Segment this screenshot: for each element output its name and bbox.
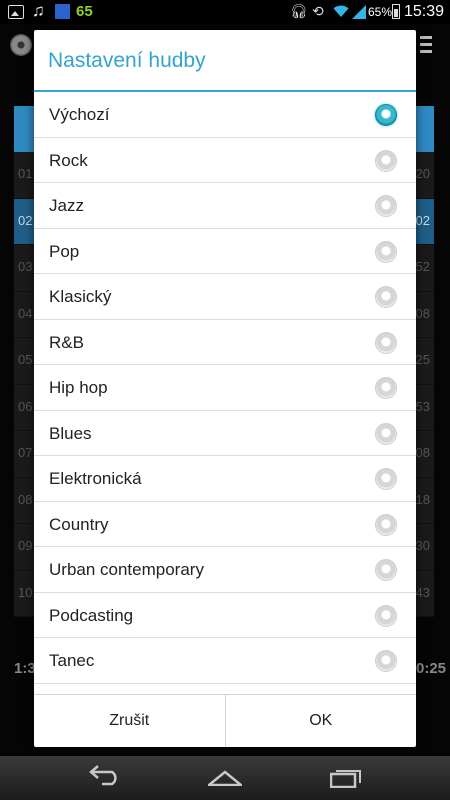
signal-icon <box>352 5 366 23</box>
radio-icon[interactable] <box>375 377 397 399</box>
radio-icon[interactable] <box>375 513 397 536</box>
recent-apps-icon[interactable] <box>329 768 361 789</box>
preset-option[interactable]: Blues <box>34 411 416 456</box>
preset-label: Podcasting <box>49 605 134 625</box>
battery-percent: 65% <box>368 5 393 19</box>
radio-selected-icon[interactable] <box>375 104 397 126</box>
home-icon[interactable] <box>205 770 245 787</box>
radio-icon[interactable] <box>375 650 397 672</box>
preset-label: Country <box>49 514 109 534</box>
radio-icon[interactable] <box>375 422 397 445</box>
preset-label: R&B <box>49 332 84 352</box>
equalizer-preset-list: Výchozí Rock Jazz Pop Klasický R&B Hip h… <box>34 92 416 697</box>
preset-option[interactable]: Country <box>34 502 416 547</box>
preset-label: Tanec <box>49 651 95 670</box>
preset-option[interactable]: R&B <box>34 320 416 365</box>
preset-option[interactable]: Pop <box>34 229 416 274</box>
preset-option[interactable]: Podcasting <box>34 593 416 638</box>
preset-option[interactable]: Elektronická <box>34 456 416 502</box>
gallery-icon <box>8 5 24 19</box>
ok-button[interactable]: OK <box>224 695 417 747</box>
menu-icon <box>420 36 432 57</box>
preset-label: Výchozí <box>49 105 110 124</box>
notification-count: 65 <box>76 3 93 20</box>
elapsed-time: 1:3 <box>14 660 36 677</box>
preset-label: Elektronická <box>49 469 142 488</box>
preset-label: Pop <box>49 241 80 261</box>
radio-icon[interactable] <box>375 149 397 172</box>
radio-icon[interactable] <box>375 559 397 581</box>
radio-icon[interactable] <box>375 604 397 627</box>
preset-option[interactable]: Urban contemporary <box>34 547 416 593</box>
back-icon[interactable] <box>88 762 122 793</box>
preset-label: Blues <box>49 423 92 443</box>
preset-label: Urban contemporary <box>49 560 204 579</box>
app-notification-icon <box>55 4 70 19</box>
dialog-button-bar: Zrušit OK <box>34 694 416 747</box>
preset-option[interactable]: Klasický <box>34 274 416 320</box>
dialog-title: Nastavení hudby <box>34 30 416 92</box>
clock: 15:39 <box>404 3 445 20</box>
cancel-button[interactable]: Zrušit <box>34 695 225 747</box>
radio-icon[interactable] <box>375 468 397 490</box>
preset-option[interactable]: Hip hop <box>34 365 416 411</box>
music-note-icon: ♫ <box>32 1 45 20</box>
preset-option[interactable]: Jazz <box>34 183 416 229</box>
disc-icon <box>10 34 32 56</box>
navigation-bar <box>0 756 450 800</box>
battery-icon <box>392 4 400 19</box>
radio-icon[interactable] <box>375 331 397 354</box>
preset-option[interactable]: Tanec <box>34 638 416 684</box>
preset-label: Jazz <box>49 196 84 215</box>
preset-label: Klasický <box>49 287 112 306</box>
preset-option[interactable]: Rock <box>34 138 416 183</box>
preset-label: Rock <box>49 150 88 170</box>
total-time: 0:25 <box>416 660 447 677</box>
rotation-lock-icon: ⟲ <box>312 3 324 19</box>
wifi-icon <box>333 4 349 22</box>
preset-label: Hip hop <box>49 378 108 397</box>
status-bar: ♫ 65 🎧︎ ⟲ 65% 15:39 <box>0 0 450 24</box>
headset-icon: 🎧︎ <box>290 3 308 19</box>
preset-option[interactable]: Výchozí <box>34 92 416 138</box>
radio-icon[interactable] <box>375 195 397 217</box>
radio-icon[interactable] <box>375 240 397 263</box>
music-settings-dialog: Nastavení hudby Výchozí Rock Jazz Pop Kl… <box>34 30 416 747</box>
radio-icon[interactable] <box>375 286 397 308</box>
